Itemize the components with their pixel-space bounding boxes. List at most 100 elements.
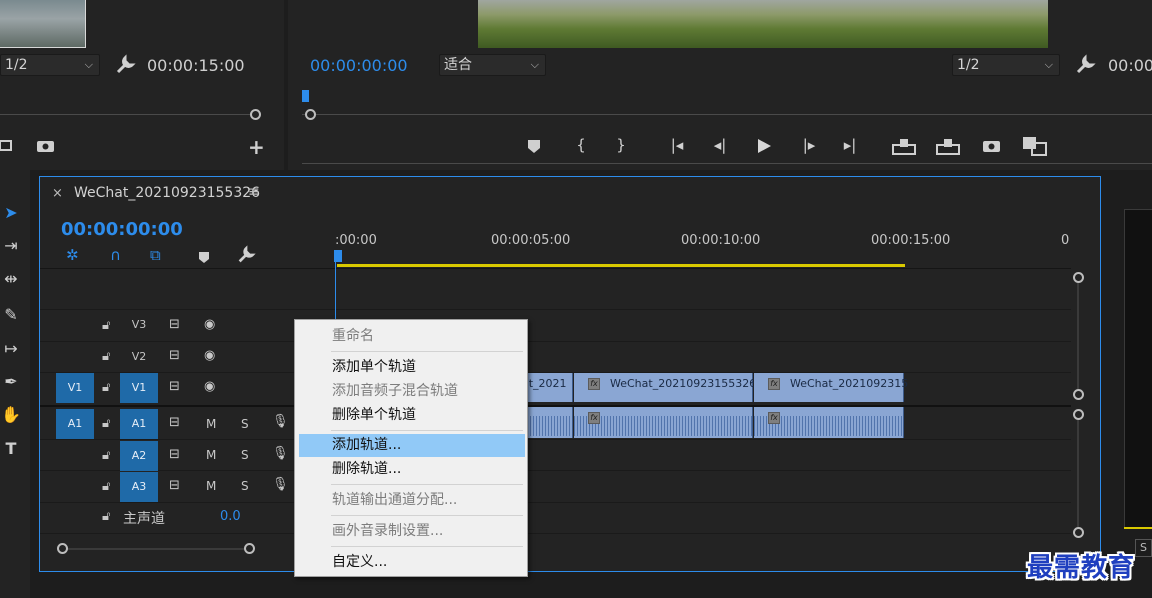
mute-button[interactable]: M [206, 448, 216, 462]
track-label-a3[interactable]: A3 [120, 472, 158, 502]
step-back-icon[interactable]: ◂| [709, 136, 731, 154]
sync-lock-icon[interactable]: ⊟ [169, 317, 180, 332]
mute-button[interactable]: M [206, 479, 216, 493]
microphone-icon[interactable]: 🎙︎ [272, 414, 289, 429]
audio-clip[interactable]: fx [754, 407, 904, 438]
eye-icon[interactable]: ◉ [204, 379, 215, 394]
menu-item-add-single-track[interactable]: 添加单个轨道 [299, 356, 525, 379]
program-zoom-dropdown[interactable]: 1/2 ⌵ [952, 54, 1060, 76]
slip-tool-icon[interactable]: ↦ [0, 336, 22, 362]
video-scroll-knob-bottom[interactable] [1073, 389, 1084, 400]
mark-out-icon[interactable]: } [610, 136, 632, 154]
play-icon[interactable] [756, 138, 772, 154]
add-button[interactable]: + [248, 135, 265, 159]
menu-item-add-submix-track[interactable]: 添加音频子混合轨道 [299, 380, 525, 403]
work-area-bar[interactable] [337, 264, 905, 267]
source-patch-a1[interactable]: A1 [56, 409, 94, 439]
program-timecode[interactable]: 00:00:00:00 [310, 56, 408, 75]
video-vertical-scrollbar[interactable] [1077, 283, 1079, 389]
marker-icon[interactable] [527, 138, 541, 154]
lock-icon[interactable]: 🔓︎ [102, 349, 110, 364]
solo-button[interactable]: S [241, 479, 249, 493]
razor-tool-icon[interactable]: ✎ [0, 302, 22, 328]
program-playhead[interactable] [302, 90, 309, 102]
video-clip[interactable]: fx WeChat_2021092315 [754, 373, 908, 402]
menu-item-add-tracks[interactable]: 添加轨道... [299, 434, 525, 457]
compare-view-icon[interactable] [1022, 136, 1048, 156]
wrench-icon[interactable] [1074, 54, 1096, 76]
lock-icon[interactable]: 🔓︎ [102, 479, 110, 494]
wrench-icon[interactable] [114, 54, 136, 76]
mute-button[interactable]: M [206, 417, 216, 431]
linked-selection-icon[interactable]: ⧉ [150, 246, 161, 264]
source-scrubber-knob[interactable] [250, 109, 261, 120]
horizontal-scrollbar[interactable] [62, 548, 250, 550]
eye-icon[interactable]: ◉ [204, 348, 215, 363]
microphone-icon[interactable]: 🎙︎ [272, 477, 289, 492]
source-zoom-dropdown[interactable]: 1/2 ⌵ [0, 54, 100, 76]
sync-lock-icon[interactable]: ⊟ [169, 348, 180, 363]
lock-icon[interactable]: 🔓︎ [102, 416, 110, 431]
sync-lock-icon[interactable]: ⊟ [169, 447, 180, 462]
selection-tool-icon[interactable]: ➤ [0, 200, 22, 226]
lock-icon[interactable]: 🔓︎ [102, 448, 110, 463]
track-label-v3[interactable]: V3 [120, 310, 158, 340]
camera-icon[interactable] [982, 138, 1002, 154]
timeline-settings-wrench-icon[interactable] [236, 245, 256, 265]
sync-lock-icon[interactable]: ⊟ [169, 478, 180, 493]
program-scrubber-knob[interactable] [305, 109, 316, 120]
video-clip[interactable]: fx WeChat_20210923155326. [574, 373, 760, 402]
audio-scroll-knob-bottom[interactable] [1073, 527, 1084, 538]
menu-item-rename[interactable]: 重命名 [299, 325, 525, 348]
timeline-playhead-handle[interactable] [334, 250, 342, 262]
track-label-v2[interactable]: V2 [120, 342, 158, 372]
menu-item-voiceover-settings[interactable]: 画外音录制设置... [299, 520, 525, 543]
extract-icon[interactable] [936, 137, 960, 155]
video-scroll-knob-top[interactable] [1073, 272, 1084, 283]
timeline-timecode[interactable]: 00:00:00:00 [61, 219, 183, 240]
lock-icon[interactable]: 🔓︎ [102, 318, 110, 333]
insert-nest-icon[interactable]: ✲ [66, 246, 79, 264]
export-frame-icon[interactable] [0, 138, 16, 154]
tab-menu-icon[interactable]: ≡ [248, 184, 260, 200]
audio-vertical-scrollbar[interactable] [1077, 420, 1079, 527]
time-ruler[interactable]: :00:00 00:00:05:00 00:00:10:00 00:00:15:… [335, 214, 1071, 266]
type-tool-icon[interactable]: T [0, 436, 22, 462]
solo-meter-button[interactable]: S [1135, 539, 1152, 557]
solo-button[interactable]: S [241, 417, 249, 431]
sync-lock-icon[interactable]: ⊟ [169, 415, 180, 430]
solo-button[interactable]: S [241, 448, 249, 462]
lock-icon[interactable]: 🔓︎ [102, 509, 110, 524]
mark-in-icon[interactable]: { [570, 136, 592, 154]
fit-dropdown[interactable]: 适合 ⌵ [439, 54, 546, 76]
camera-icon[interactable] [36, 138, 56, 154]
source-scrubber[interactable] [0, 114, 252, 115]
menu-item-customize[interactable]: 自定义... [299, 551, 525, 574]
go-to-out-icon[interactable]: ▸| [839, 136, 861, 154]
horizontal-scroll-knob-right[interactable] [244, 543, 255, 554]
snap-icon[interactable]: ∩ [110, 246, 121, 264]
track-label-v1[interactable]: V1 [120, 373, 158, 403]
audio-scroll-knob-top[interactable] [1073, 409, 1084, 420]
sync-lock-icon[interactable]: ⊟ [169, 379, 180, 394]
add-marker-icon[interactable] [198, 249, 210, 263]
sequence-tab-title[interactable]: WeChat_20210923155326 [74, 185, 260, 201]
audio-clip[interactable]: fx [574, 407, 753, 438]
go-to-in-icon[interactable]: |◂ [666, 136, 688, 154]
menu-item-delete-single-track[interactable]: 删除单个轨道 [299, 404, 525, 427]
close-tab-icon[interactable]: × [52, 186, 63, 201]
track-label-a1[interactable]: A1 [120, 409, 158, 439]
microphone-icon[interactable]: 🎙︎ [272, 446, 289, 461]
lock-icon[interactable]: 🔓︎ [102, 380, 110, 395]
master-volume-value[interactable]: 0.0 [220, 509, 241, 524]
lift-icon[interactable] [892, 137, 916, 155]
step-forward-icon[interactable]: |▸ [798, 136, 820, 154]
program-scrubber[interactable] [302, 114, 1152, 115]
track-select-tool-icon[interactable]: ⇥ [0, 233, 22, 259]
menu-item-track-output-mapping[interactable]: 轨道输出通道分配... [299, 489, 525, 512]
menu-item-delete-tracks[interactable]: 删除轨道... [299, 458, 525, 481]
horizontal-scroll-knob-left[interactable] [57, 543, 68, 554]
pen-tool-icon[interactable]: ✒ [0, 369, 22, 395]
source-patch-v1[interactable]: V1 [56, 373, 94, 403]
track-label-a2[interactable]: A2 [120, 441, 158, 471]
